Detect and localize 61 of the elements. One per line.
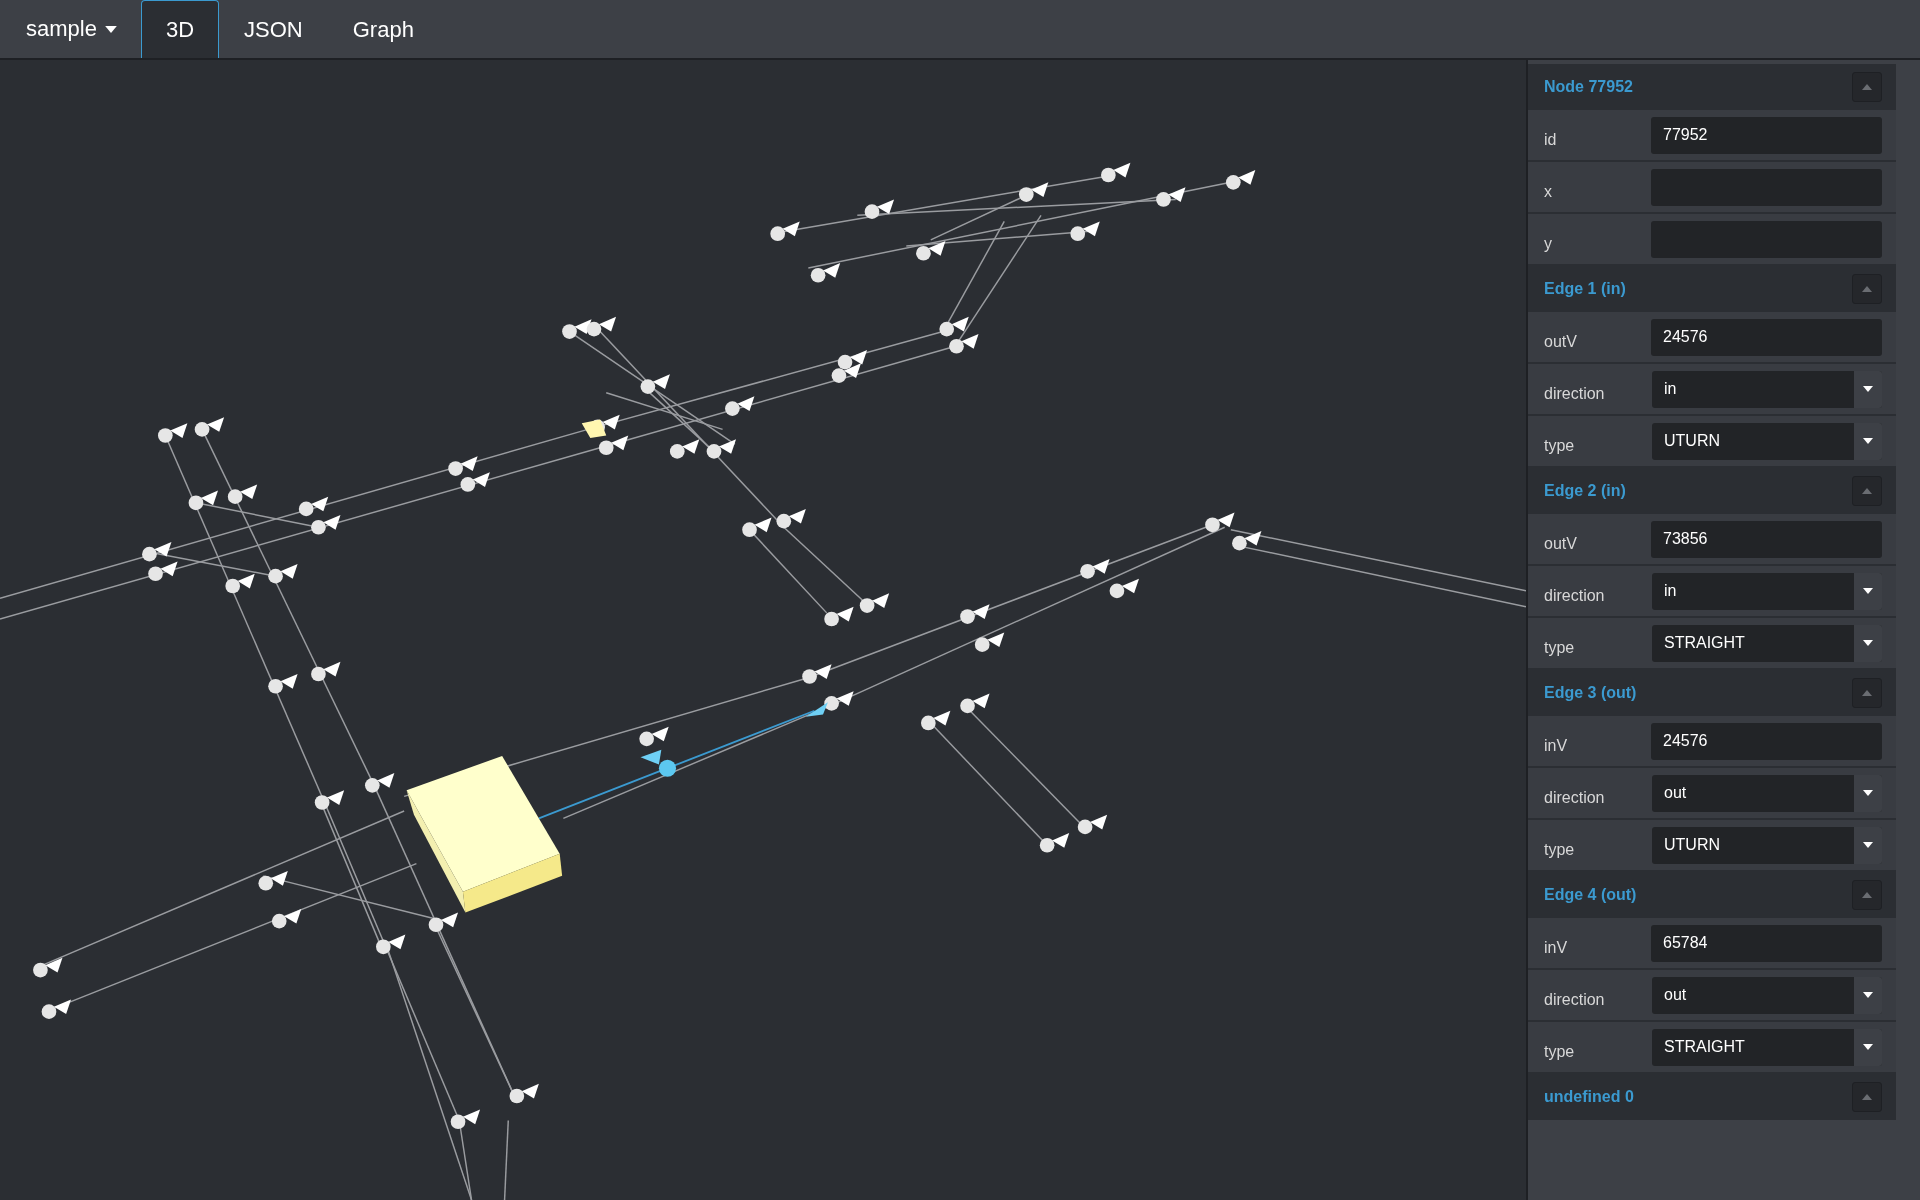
- caret-icon: [1863, 790, 1873, 796]
- select-field[interactable]: out: [1652, 774, 1882, 812]
- text-field[interactable]: [1651, 220, 1882, 258]
- caret-icon: [1863, 992, 1873, 998]
- collapse-button[interactable]: [1852, 880, 1882, 910]
- collapse-button[interactable]: [1852, 1082, 1882, 1112]
- select-field[interactable]: UTURN: [1652, 826, 1882, 864]
- dataset-dropdown[interactable]: sample: [10, 0, 133, 58]
- triangle-up-icon: [1862, 892, 1872, 898]
- field-label: direction: [1544, 384, 1606, 403]
- select-field[interactable]: UTURN: [1652, 422, 1882, 460]
- collapse-button[interactable]: [1852, 476, 1882, 506]
- field-label: outV: [1544, 534, 1578, 553]
- section-title: Edge 4 (out): [1544, 886, 1637, 904]
- caret-icon: [1863, 842, 1873, 848]
- field-label: type: [1544, 1042, 1576, 1061]
- tab[interactable]: JSON: [219, 0, 328, 58]
- text-field[interactable]: 24576: [1651, 318, 1882, 356]
- field-label: x: [1544, 182, 1553, 201]
- field-label: outV: [1544, 332, 1578, 351]
- select-field[interactable]: STRAIGHT: [1652, 1028, 1882, 1066]
- text-field[interactable]: 24576: [1651, 722, 1882, 760]
- collapse-button[interactable]: [1852, 274, 1882, 304]
- caret-icon: [1863, 588, 1873, 594]
- triangle-up-icon: [1862, 1094, 1872, 1100]
- tab[interactable]: 3D: [140, 0, 220, 58]
- section-title: Edge 3 (out): [1544, 684, 1637, 702]
- field-label: inV: [1544, 938, 1569, 957]
- text-field[interactable]: [1651, 168, 1882, 206]
- field-label: direction: [1544, 788, 1606, 807]
- field-label: type: [1544, 840, 1576, 859]
- select-field[interactable]: in: [1652, 572, 1882, 610]
- section-title: Node 77952: [1544, 78, 1633, 96]
- field-label: y: [1544, 234, 1553, 253]
- field-label: direction: [1544, 586, 1606, 605]
- triangle-up-icon: [1862, 488, 1872, 494]
- section-title: undefined 0: [1544, 1088, 1634, 1106]
- field-label: inV: [1544, 736, 1569, 755]
- caret-icon: [104, 25, 117, 33]
- field-label: type: [1544, 638, 1576, 657]
- caret-icon: [1863, 438, 1873, 444]
- select-field[interactable]: in: [1652, 370, 1882, 408]
- field-label: id: [1544, 130, 1558, 149]
- tab[interactable]: Graph: [327, 0, 439, 58]
- text-field[interactable]: 77952: [1651, 116, 1882, 154]
- section-title: Edge 2 (in): [1544, 482, 1626, 500]
- collapse-button[interactable]: [1852, 678, 1882, 708]
- triangle-up-icon: [1862, 84, 1872, 90]
- text-field[interactable]: 73856: [1651, 520, 1882, 558]
- text-field[interactable]: 65784: [1651, 924, 1882, 962]
- caret-icon: [1863, 640, 1873, 646]
- section-title: Edge 1 (in): [1544, 280, 1626, 298]
- collapse-button[interactable]: [1852, 72, 1882, 102]
- select-field[interactable]: out: [1652, 976, 1882, 1014]
- triangle-up-icon: [1862, 690, 1872, 696]
- select-field[interactable]: STRAIGHT: [1652, 624, 1882, 662]
- triangle-up-icon: [1862, 286, 1872, 292]
- field-label: direction: [1544, 990, 1606, 1009]
- caret-icon: [1863, 386, 1873, 392]
- field-label: type: [1544, 436, 1576, 455]
- caret-icon: [1863, 1044, 1873, 1050]
